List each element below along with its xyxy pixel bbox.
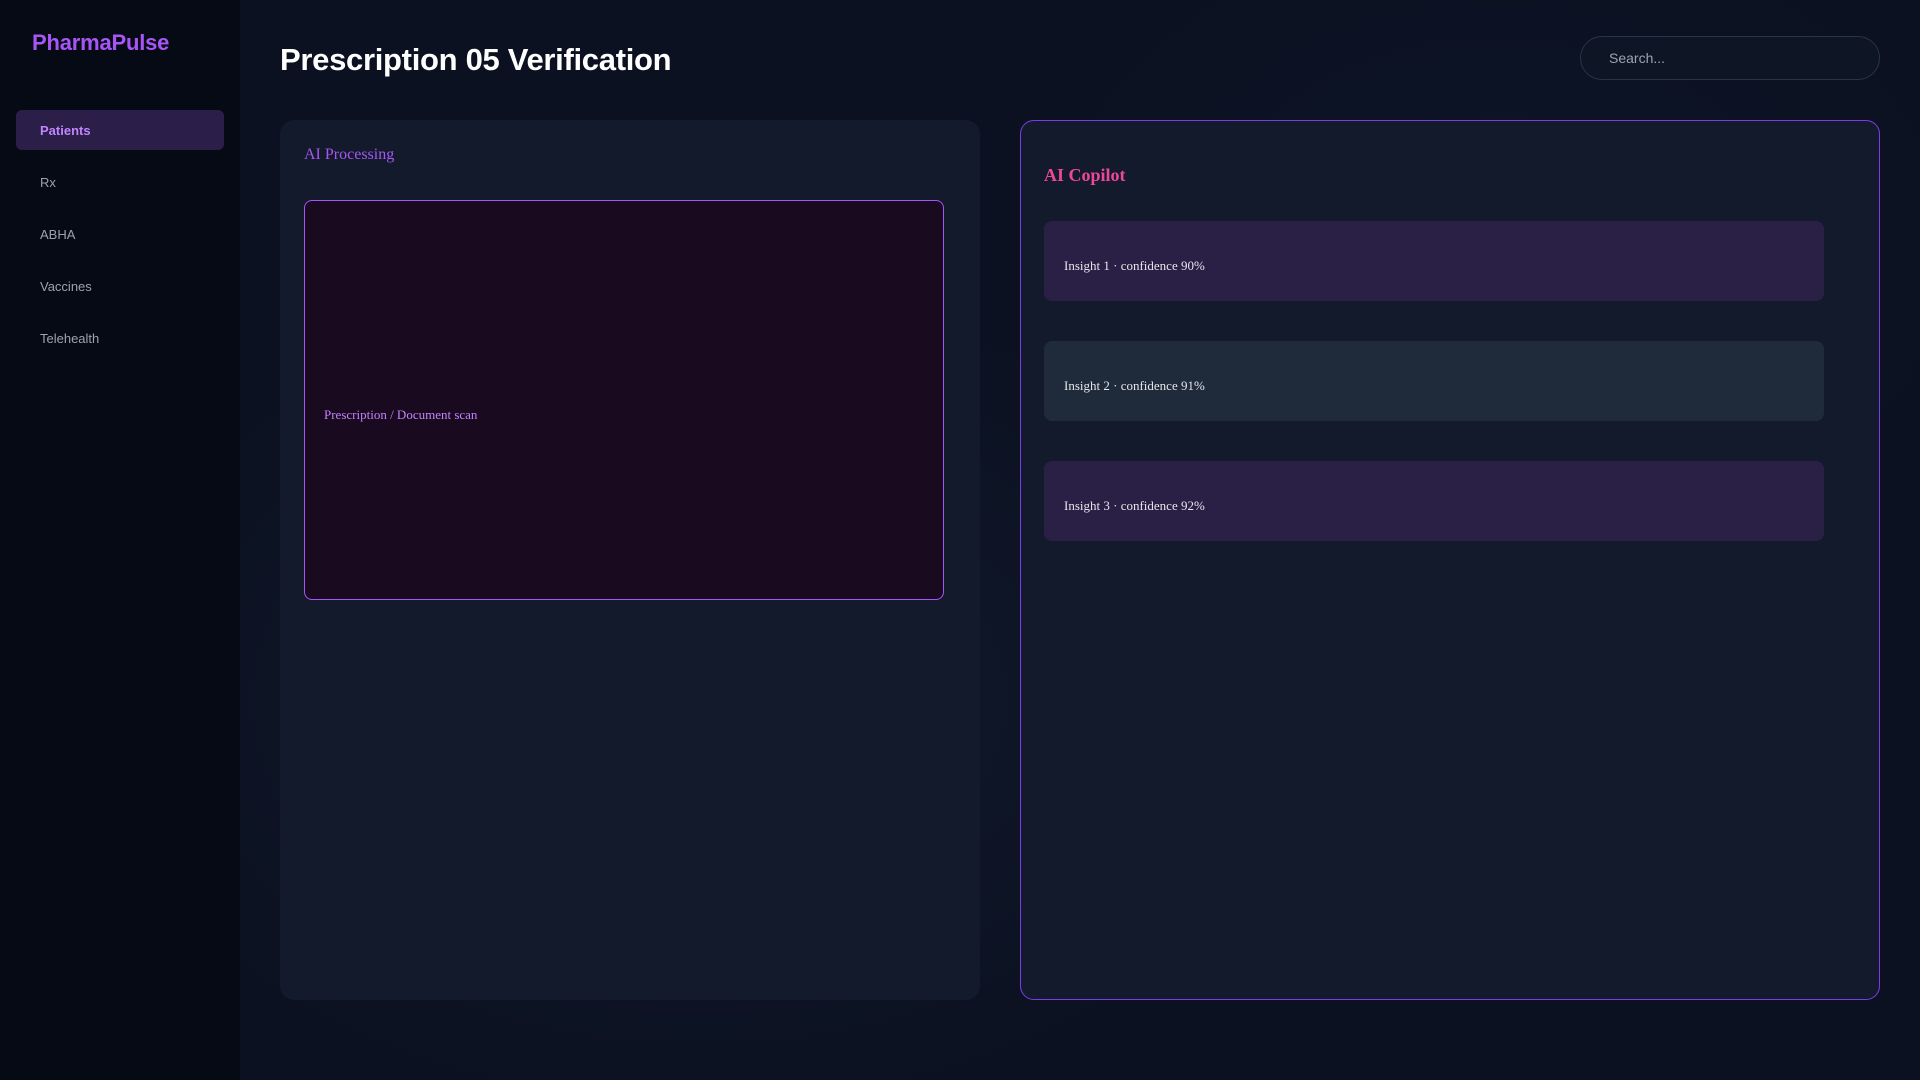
document-scan-label: Prescription / Document scan (324, 407, 478, 422)
sidebar-item-rx[interactable]: Rx (16, 162, 224, 202)
insight-text: Insight 2 · confidence 91% (1064, 378, 1205, 393)
insight-text: Insight 1 · confidence 90% (1064, 258, 1205, 273)
sidebar-nav: Patients Rx ABHA Vaccines Telehealth (16, 110, 224, 370)
insight-card[interactable]: Insight 1 · confidence 90% (1044, 221, 1824, 301)
sidebar-item-label: Telehealth (40, 330, 100, 346)
sidebar-item-telehealth[interactable]: Telehealth (16, 318, 224, 358)
search-input[interactable] (1580, 36, 1880, 80)
insight-text: Insight 3 · confidence 92% (1064, 498, 1205, 513)
sidebar-item-vaccines[interactable]: Vaccines (16, 266, 224, 306)
sidebar-item-label: Patients (40, 122, 91, 138)
ai-processing-panel: AI Processing Prescription / Document sc… (280, 120, 980, 1000)
insight-card[interactable]: Insight 2 · confidence 91% (1044, 341, 1824, 421)
page-title: Prescription 05 Verification (280, 42, 672, 77)
ai-copilot-panel: AI Copilot Insight 1 · confidence 90% In… (1020, 120, 1880, 1000)
sidebar-item-label: Vaccines (40, 278, 92, 294)
ai-processing-heading: AI Processing (304, 146, 395, 163)
app-window: PharmaPulse Patients Rx ABHA Vaccines Te… (0, 0, 1920, 1080)
sidebar-item-label: Rx (40, 174, 56, 190)
sidebar-item-abha[interactable]: ABHA (16, 214, 224, 254)
sidebar-item-label: ABHA (40, 226, 76, 242)
ai-copilot-heading: AI Copilot (1044, 165, 1126, 185)
sidebar: PharmaPulse Patients Rx ABHA Vaccines Te… (0, 0, 240, 1080)
insight-card[interactable]: Insight 3 · confidence 92% (1044, 461, 1824, 541)
document-scan-area[interactable]: Prescription / Document scan (304, 200, 944, 600)
brand-logo: PharmaPulse (32, 30, 170, 55)
sidebar-item-patients[interactable]: Patients (16, 110, 224, 150)
